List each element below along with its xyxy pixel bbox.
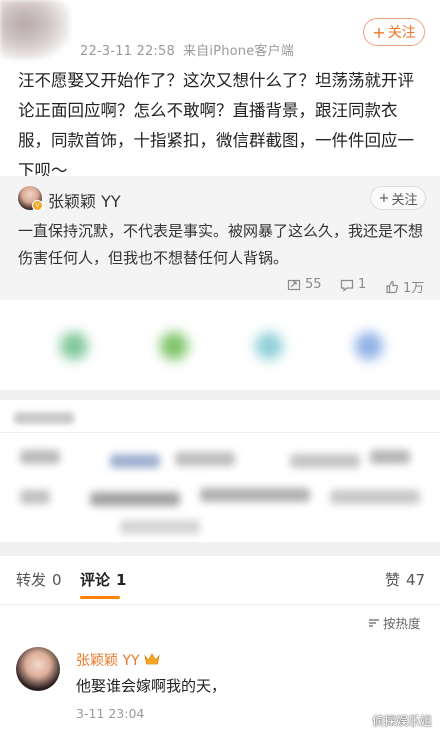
follow-button[interactable]: + 关注 [363,18,425,46]
blurred-section-label [14,412,74,424]
quoted-follow-button[interactable]: + 关注 [370,186,426,210]
post-meta: 22-3-11 22:58 来自iPhone客户端 [80,40,294,59]
comment-text: 他娶谁会嫁啊我的天， [76,677,227,695]
post-source: 来自iPhone客户端 [182,44,295,59]
like-stat[interactable]: 1万 [385,277,424,296]
share-option-blurred [60,332,88,360]
plus-icon: + [372,22,386,42]
post-body: 汪不愿娶又开始作了？这次又想什么了？坦荡荡就开评论正面回应啊？怎么不敢啊？直播背… [18,71,414,180]
sort-by-hot-button[interactable]: 按热度 [368,613,421,632]
comment-icon [340,279,354,292]
watermark: 侦探娱乐姐 [372,714,433,728]
tab-reposts[interactable]: 转发 0 [16,569,62,590]
crown-icon [144,653,160,665]
thumbs-up-icon [386,280,398,293]
comment-time: 3-11 23:04 [76,706,145,721]
tab-divider [0,604,440,605]
repost-stat[interactable]: 55 [287,277,322,292]
blurred-avatar [0,0,70,60]
share-option-blurred [355,332,383,360]
sort-icon [369,618,379,627]
share-option-blurred [160,332,188,360]
quoted-post-text: 一直保持沉默，不代表是事实。被网暴了这么久，我还是不想伤害任何人，但我也不想替任… [18,222,424,267]
tab-comments[interactable]: 评论 1 [80,569,126,590]
post-time: 22-3-11 22:58 [80,44,175,59]
tab-likes[interactable]: 赞 47 [385,569,425,590]
blurred-content [0,440,440,540]
plus-icon: + [378,190,390,206]
section-line [0,432,440,433]
comment-user-name[interactable]: 张颖颖 YY [76,650,140,670]
verified-badge-icon: v [32,200,43,211]
avatar[interactable] [16,647,60,691]
comment-stat[interactable]: 1 [340,277,366,292]
active-tab-indicator [80,596,120,599]
section-divider [0,390,440,400]
quoted-user-name[interactable]: 张颖颖 YY [48,188,121,212]
section-divider [0,542,440,556]
share-option-blurred [255,332,283,360]
repost-icon [287,279,301,290]
